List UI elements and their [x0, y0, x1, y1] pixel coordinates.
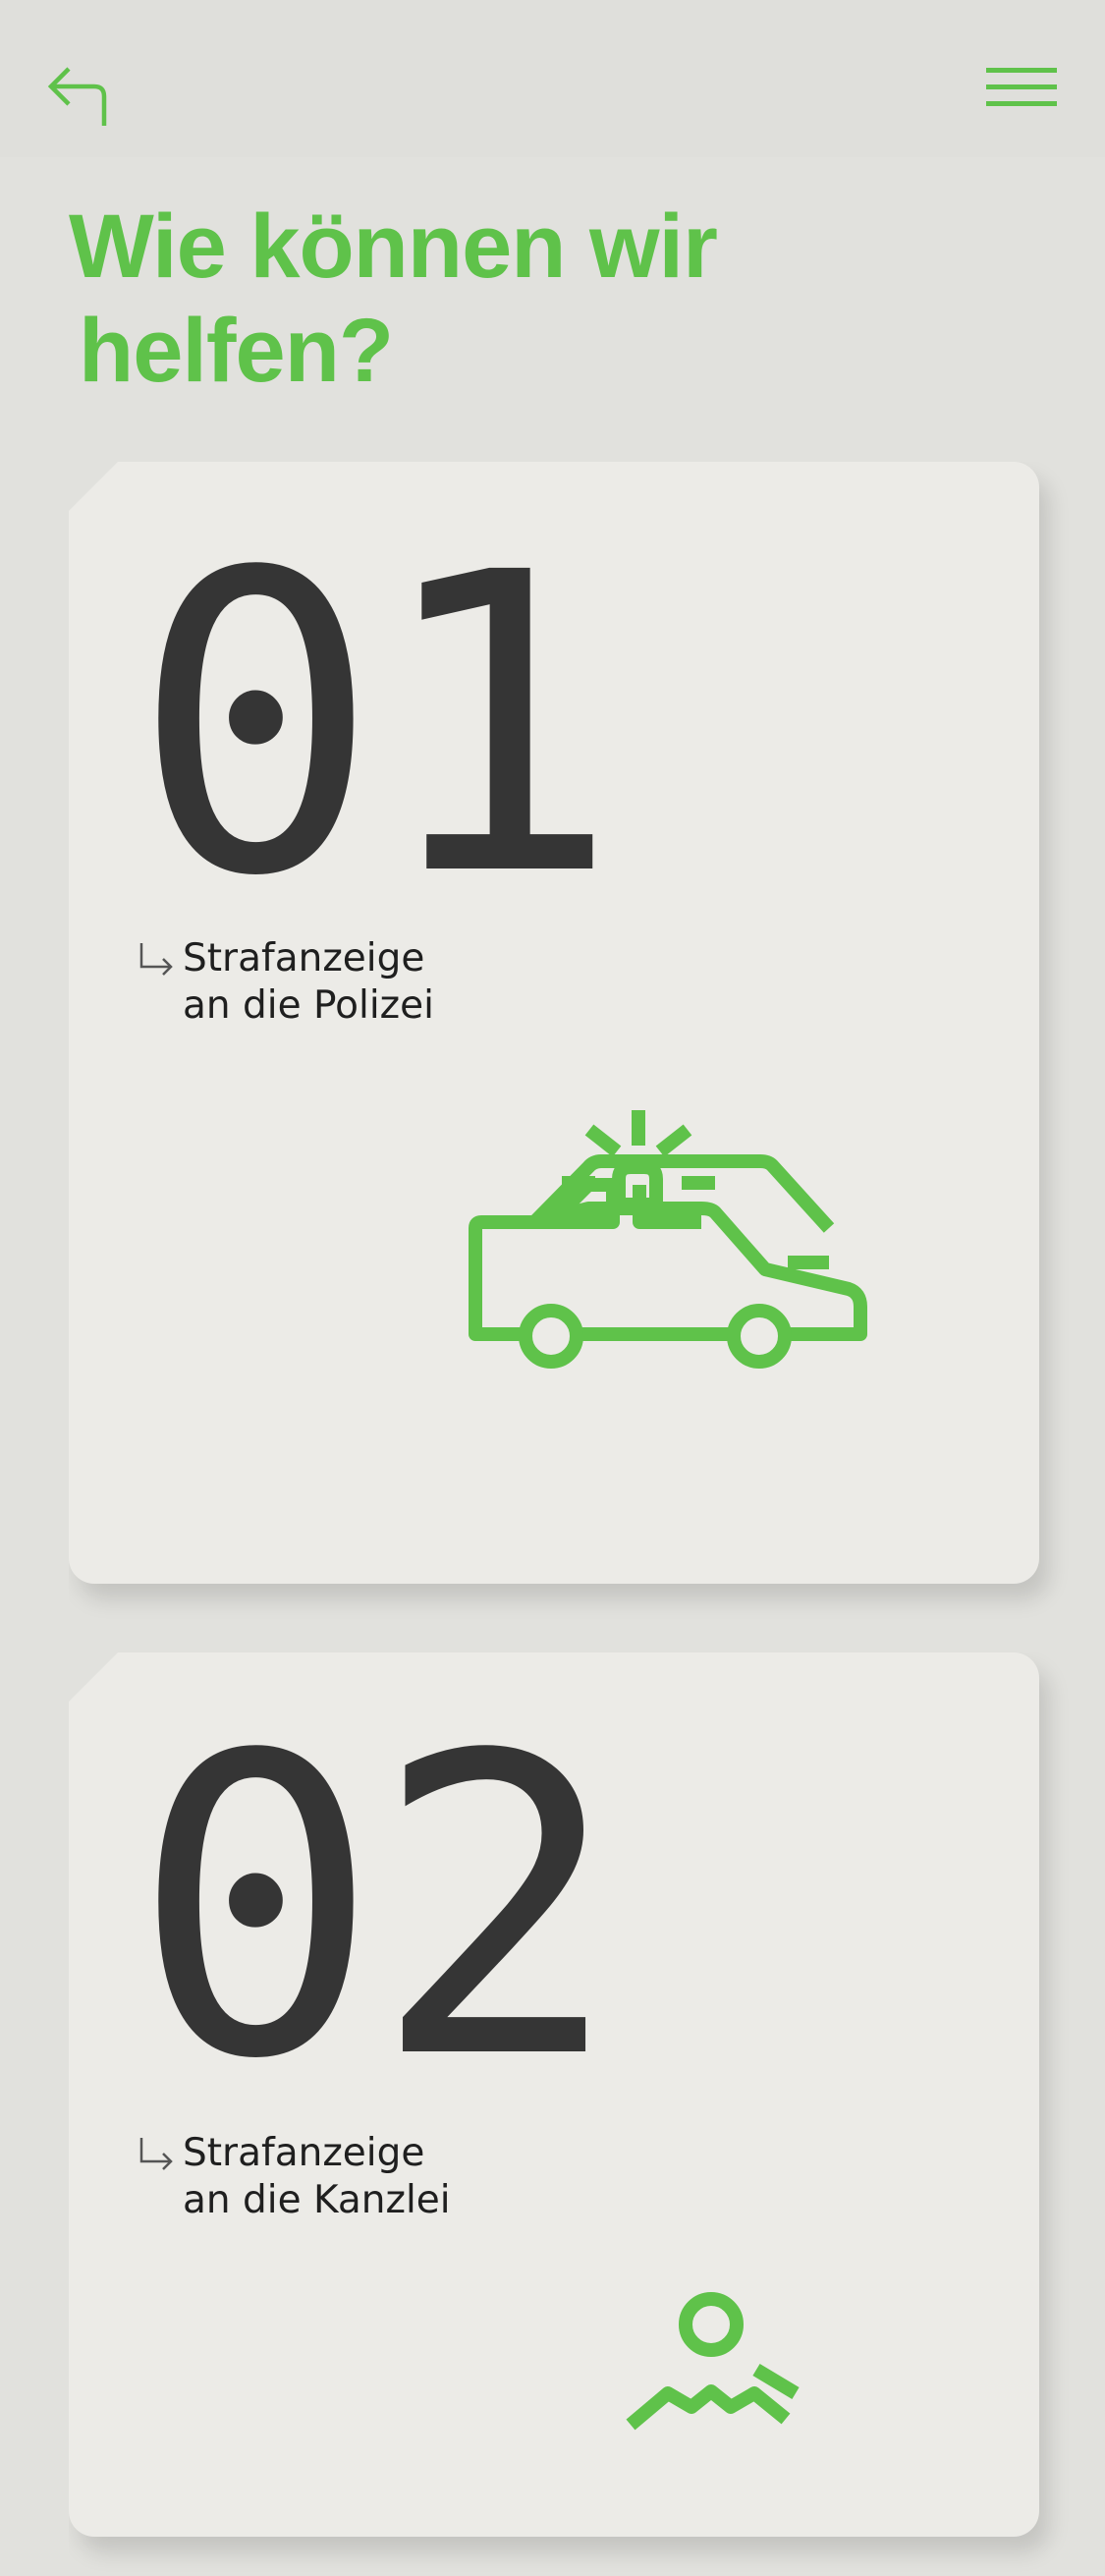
top-bar [0, 0, 1105, 157]
page-title: Wie können wir helfen? [69, 195, 933, 403]
card-label-line-1: Strafanzeige [183, 2131, 425, 2175]
down-right-arrow-icon [138, 2136, 177, 2175]
down-right-arrow-icon [138, 941, 177, 980]
lawyer-person-icon [609, 2281, 904, 2576]
page-title-line-2: helfen? [79, 301, 394, 401]
option-card-lawfirm[interactable]: 02 Strafanzeige an die Kanzlei [69, 1652, 1039, 2537]
card-label-line-2: an die Kanzlei [183, 2178, 451, 2222]
card-label: Strafanzeige an die Polizei [138, 935, 434, 1030]
back-button[interactable] [43, 57, 116, 130]
hamburger-menu-icon [986, 68, 1057, 106]
card-number: 02 [132, 1669, 613, 2150]
card-number: 01 [132, 486, 613, 967]
card-label-line-1: Strafanzeige [183, 936, 425, 980]
menu-button[interactable] [982, 61, 1061, 120]
page-title-line-1: Wie können wir [69, 196, 718, 297]
return-arrow-icon [47, 67, 107, 126]
card-label: Strafanzeige an die Kanzlei [138, 2130, 451, 2224]
option-card-police[interactable]: 01 Strafanzeige an die Polizei [69, 462, 1039, 1584]
card-label-line-2: an die Polizei [183, 983, 434, 1028]
police-car-icon [466, 1100, 1055, 1493]
